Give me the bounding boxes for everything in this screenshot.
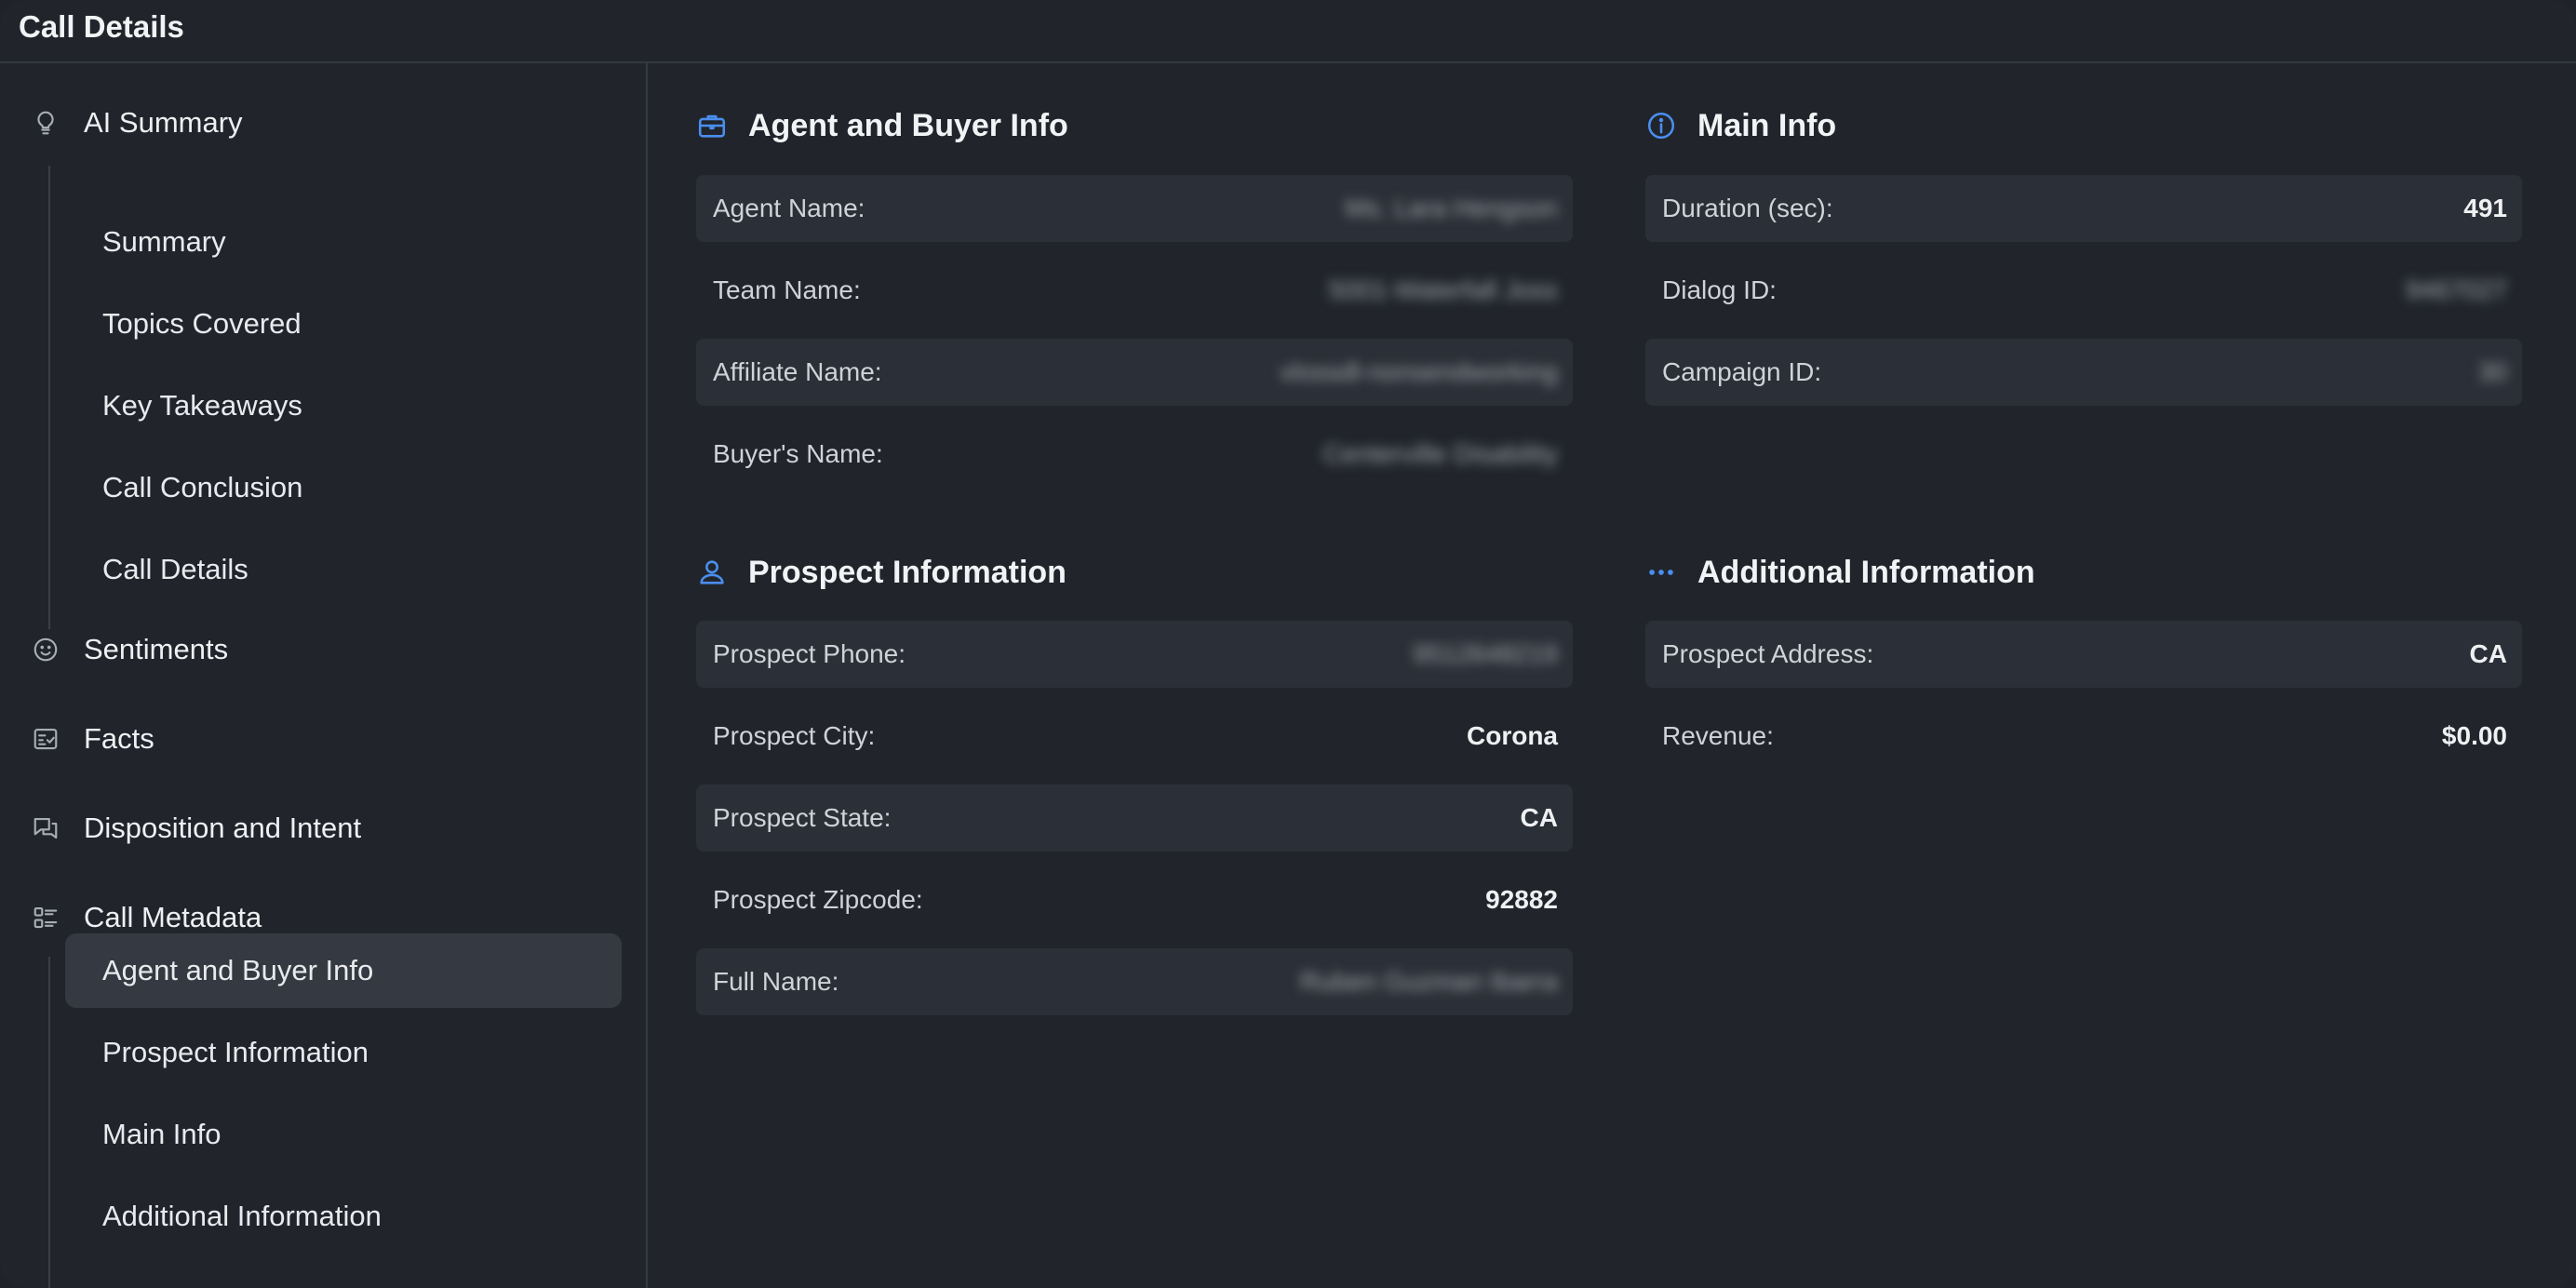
sidebar-subitem-topics-covered[interactable]: Topics Covered <box>65 287 622 361</box>
section-title-prospect: Prospect Information <box>696 544 1067 600</box>
field-value: CA <box>2469 639 2507 668</box>
sidebar-subitem-prospect-information[interactable]: Prospect Information <box>65 1015 622 1090</box>
sidebar-item-label: Sentiments <box>84 633 229 665</box>
section-title-text: Additional Information <box>1697 554 2035 590</box>
field-row: Prospect State: CA <box>696 785 1573 852</box>
field-label: Buyer's Name: <box>713 439 883 468</box>
field-label: Full Name: <box>713 967 839 996</box>
field-value: $0.00 <box>2441 721 2507 750</box>
field-label: Campaign ID: <box>1662 357 1822 386</box>
sidebar-item-label: Call Details <box>102 553 248 585</box>
list-icon <box>32 904 60 932</box>
field-row: Prospect Phone: 9512648219 <box>696 621 1573 688</box>
sidebar-nav: AI Summary Summary Topics Covered Key Ta… <box>0 63 648 1288</box>
fact-card-icon <box>32 725 60 753</box>
sidebar-item-label: Agent and Buyer Info <box>102 954 374 986</box>
field-value-redacted: Ruben Guzman Ibarra <box>1299 967 1558 996</box>
field-label: Prospect Address: <box>1662 639 1874 668</box>
sidebar-item-label: Disposition and Intent <box>84 812 362 844</box>
field-label: Team Name: <box>713 275 861 304</box>
chat-bubbles-icon <box>32 814 60 842</box>
field-row: Team Name: 5001-Waterfall Joss <box>696 257 1573 324</box>
call-details-window: Call Details AI Summary Summary Topics C… <box>0 0 2576 1288</box>
sidebar-subitem-additional-information[interactable]: Additional Information <box>65 1179 622 1254</box>
field-row: Prospect Address: CA <box>1645 621 2522 688</box>
field-row: Agent Name: Ms. Lara Hengson <box>696 175 1573 242</box>
sidebar-item-disposition-intent[interactable]: Disposition and Intent <box>32 800 361 856</box>
sidebar-item-label: Summary <box>102 225 226 258</box>
field-label: Prospect Zipcode: <box>713 885 923 914</box>
field-value: Corona <box>1467 721 1558 750</box>
sidebar-subitem-call-details[interactable]: Call Details <box>65 532 622 607</box>
field-row: Revenue: $0.00 <box>1645 703 2522 770</box>
window-title: Call Details <box>19 9 184 44</box>
field-row: Prospect City: Corona <box>696 703 1573 770</box>
sidebar-item-facts[interactable]: Facts <box>32 711 154 767</box>
field-label: Affiliate Name: <box>713 357 882 386</box>
sidebar-item-label: AI Summary <box>84 106 243 139</box>
field-label: Prospect City: <box>713 721 876 750</box>
field-row: Full Name: Ruben Guzman Ibarra <box>696 948 1573 1015</box>
sidebar-item-ai-summary[interactable]: AI Summary <box>32 95 243 151</box>
sidebar-subitem-key-takeaways[interactable]: Key Takeaways <box>65 369 622 443</box>
sidebar-item-label: Main Info <box>102 1118 221 1150</box>
sidebar-subitem-call-conclusion[interactable]: Call Conclusion <box>65 450 622 525</box>
sidebar-subitem-summary[interactable]: Summary <box>65 205 622 279</box>
field-row: Buyer's Name: Centerville Disability <box>696 421 1573 488</box>
section-title-additional: Additional Information <box>1645 544 2035 600</box>
field-value-redacted: 30 <box>2477 357 2507 386</box>
field-value: 92882 <box>1485 885 1558 914</box>
lightbulb-icon <box>32 109 60 137</box>
tree-line <box>48 957 50 1288</box>
field-label: Duration (sec): <box>1662 194 1833 222</box>
sidebar-item-label: Facts <box>84 722 154 755</box>
section-title-text: Main Info <box>1697 107 1837 143</box>
sidebar-subitem-main-info[interactable]: Main Info <box>65 1097 622 1172</box>
field-value-redacted: vlossdl-nonsendworking <box>1280 357 1558 386</box>
field-label: Agent Name: <box>713 194 865 222</box>
sidebar-item-label: Topics Covered <box>102 307 302 340</box>
field-label: Revenue: <box>1662 721 1774 750</box>
field-label: Prospect Phone: <box>713 639 906 668</box>
field-row: Duration (sec): 491 <box>1645 175 2522 242</box>
section-title-main-info: Main Info <box>1645 98 1836 154</box>
sidebar-item-label: Call Conclusion <box>102 471 303 503</box>
field-value: CA <box>1520 803 1558 832</box>
smiley-icon <box>32 636 60 664</box>
field-value: 491 <box>2463 194 2507 222</box>
field-row: Affiliate Name: vlossdl-nonsendworking <box>696 339 1573 406</box>
more-dots-icon <box>1645 557 1677 588</box>
field-row: Prospect Zipcode: 92882 <box>696 866 1573 933</box>
title-bar: Call Details <box>0 0 2576 63</box>
tree-line <box>48 166 50 629</box>
field-value-redacted: 9467027 <box>2405 275 2507 304</box>
info-circle-icon <box>1645 110 1677 141</box>
briefcase-icon <box>696 110 728 141</box>
sidebar-item-label: Call Metadata <box>84 901 262 933</box>
field-value-redacted: 9512648219 <box>1413 639 1558 668</box>
sidebar-item-label: Additional Information <box>102 1200 382 1232</box>
section-title-text: Agent and Buyer Info <box>748 107 1068 143</box>
field-label: Dialog ID: <box>1662 275 1777 304</box>
sidebar-item-label: Prospect Information <box>102 1036 369 1068</box>
sidebar-item-sentiments[interactable]: Sentiments <box>32 622 228 678</box>
field-label: Prospect State: <box>713 803 892 832</box>
field-row: Dialog ID: 9467027 <box>1645 257 2522 324</box>
section-title-agent-buyer: Agent and Buyer Info <box>696 98 1068 154</box>
person-icon <box>696 557 728 588</box>
field-row: Campaign ID: 30 <box>1645 339 2522 406</box>
field-value-redacted: Ms. Lara Hengson <box>1345 194 1558 222</box>
sidebar-subitem-agent-buyer-info[interactable]: Agent and Buyer Info <box>65 933 622 1008</box>
section-title-text: Prospect Information <box>748 554 1067 590</box>
field-value-redacted: Centerville Disability <box>1322 439 1558 468</box>
sidebar-item-label: Key Takeaways <box>102 389 302 422</box>
field-value-redacted: 5001-Waterfall Joss <box>1328 275 1558 304</box>
